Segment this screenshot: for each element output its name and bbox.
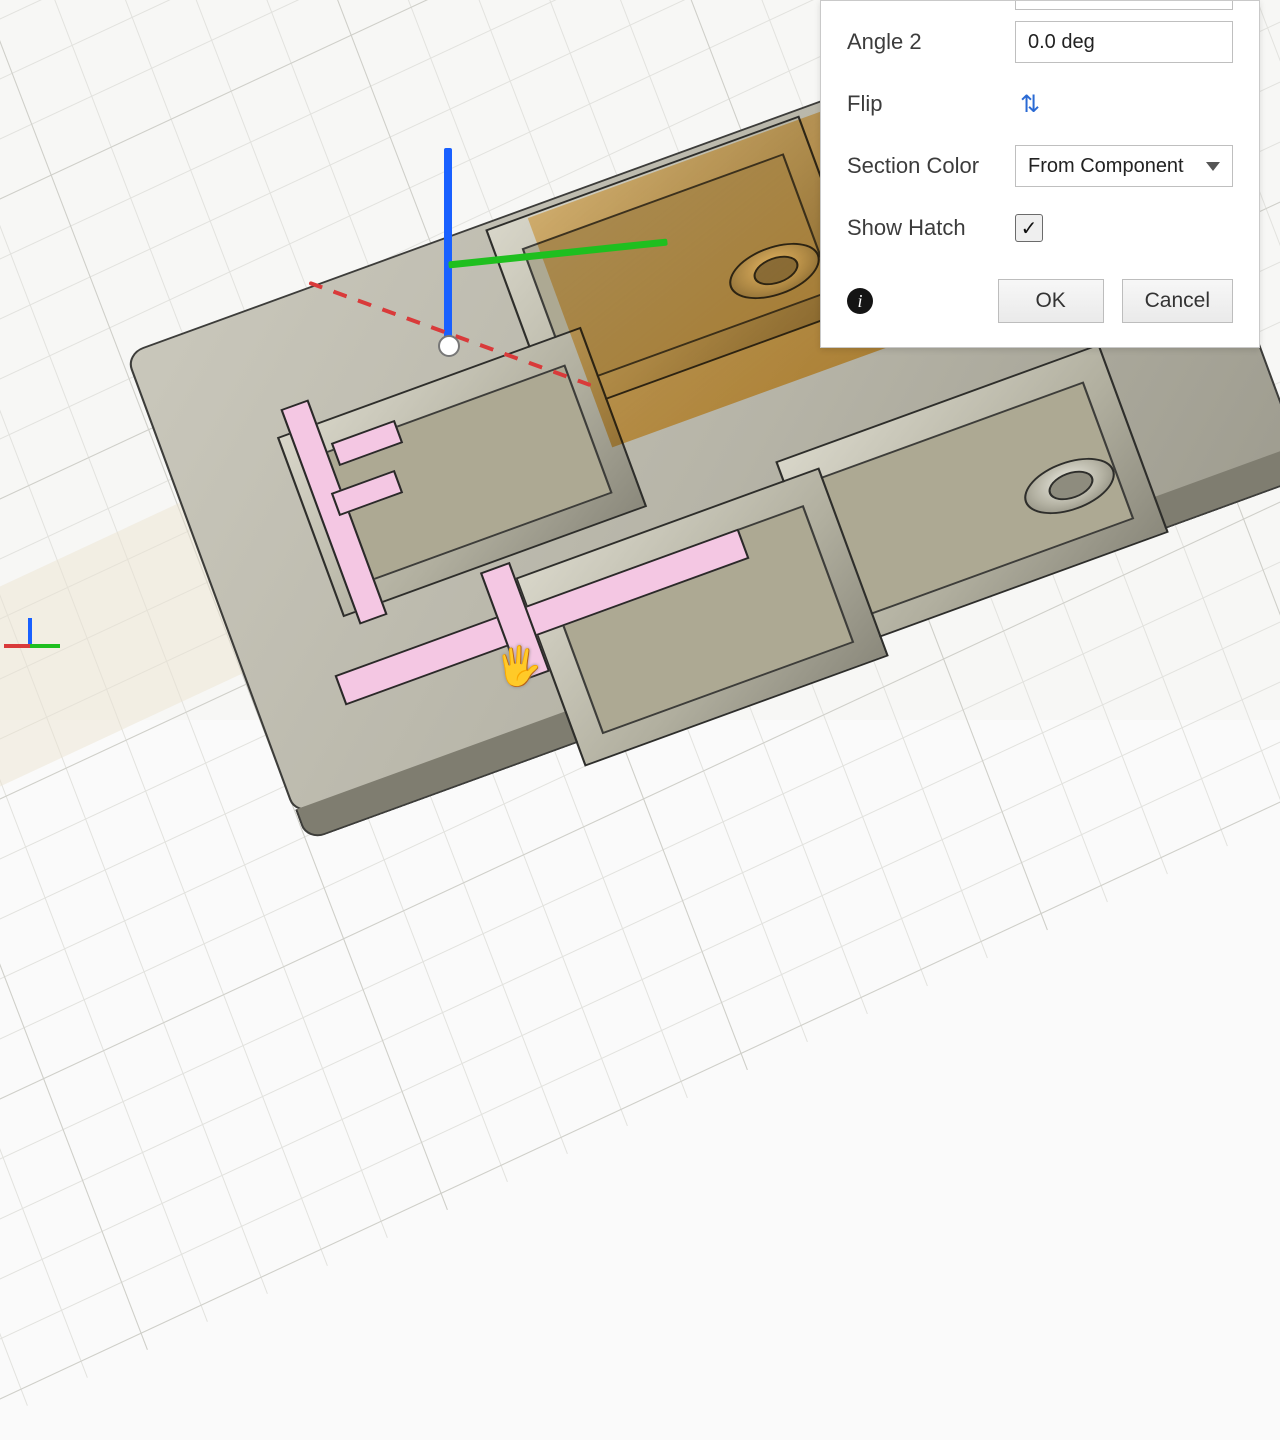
flip-label: Flip — [847, 91, 997, 117]
triad-y-axis — [30, 644, 60, 648]
angle2-label: Angle 2 — [847, 29, 997, 55]
pan-cursor-icon: 🖐 — [495, 645, 542, 689]
cancel-button[interactable]: Cancel — [1122, 279, 1233, 323]
section-color-value: From Component — [1028, 155, 1184, 178]
info-icon[interactable]: i — [847, 288, 873, 314]
section-analysis-panel: Angle 2 Flip ⇅ Section Color From Compon… — [820, 0, 1260, 348]
panel-row-angle2: Angle 2 — [847, 11, 1233, 73]
view-axis-triad[interactable] — [4, 618, 64, 678]
show-hatch-checkbox[interactable]: ✓ — [1015, 214, 1043, 242]
flip-icon[interactable]: ⇅ — [1015, 90, 1045, 119]
panel-row-section-color: Section Color From Component — [847, 135, 1233, 197]
triad-z-axis — [28, 618, 32, 646]
panel-row-show-hatch: Show Hatch ✓ — [847, 197, 1233, 259]
show-hatch-label: Show Hatch — [847, 215, 997, 241]
manipulator-origin[interactable] — [438, 335, 460, 357]
section-color-label: Section Color — [847, 153, 997, 179]
ok-button[interactable]: OK — [998, 279, 1104, 323]
manipulator-axis-z[interactable] — [444, 148, 452, 348]
angle1-field[interactable] — [1015, 1, 1233, 10]
panel-row-flip: Flip ⇅ — [847, 73, 1233, 135]
panel-footer: i OK Cancel — [847, 259, 1233, 323]
angle2-field[interactable] — [1015, 21, 1233, 63]
triad-x-axis — [4, 644, 30, 648]
panel-row-cut — [847, 1, 1233, 11]
chevron-down-icon — [1206, 162, 1220, 171]
section-color-select[interactable]: From Component — [1015, 145, 1233, 187]
